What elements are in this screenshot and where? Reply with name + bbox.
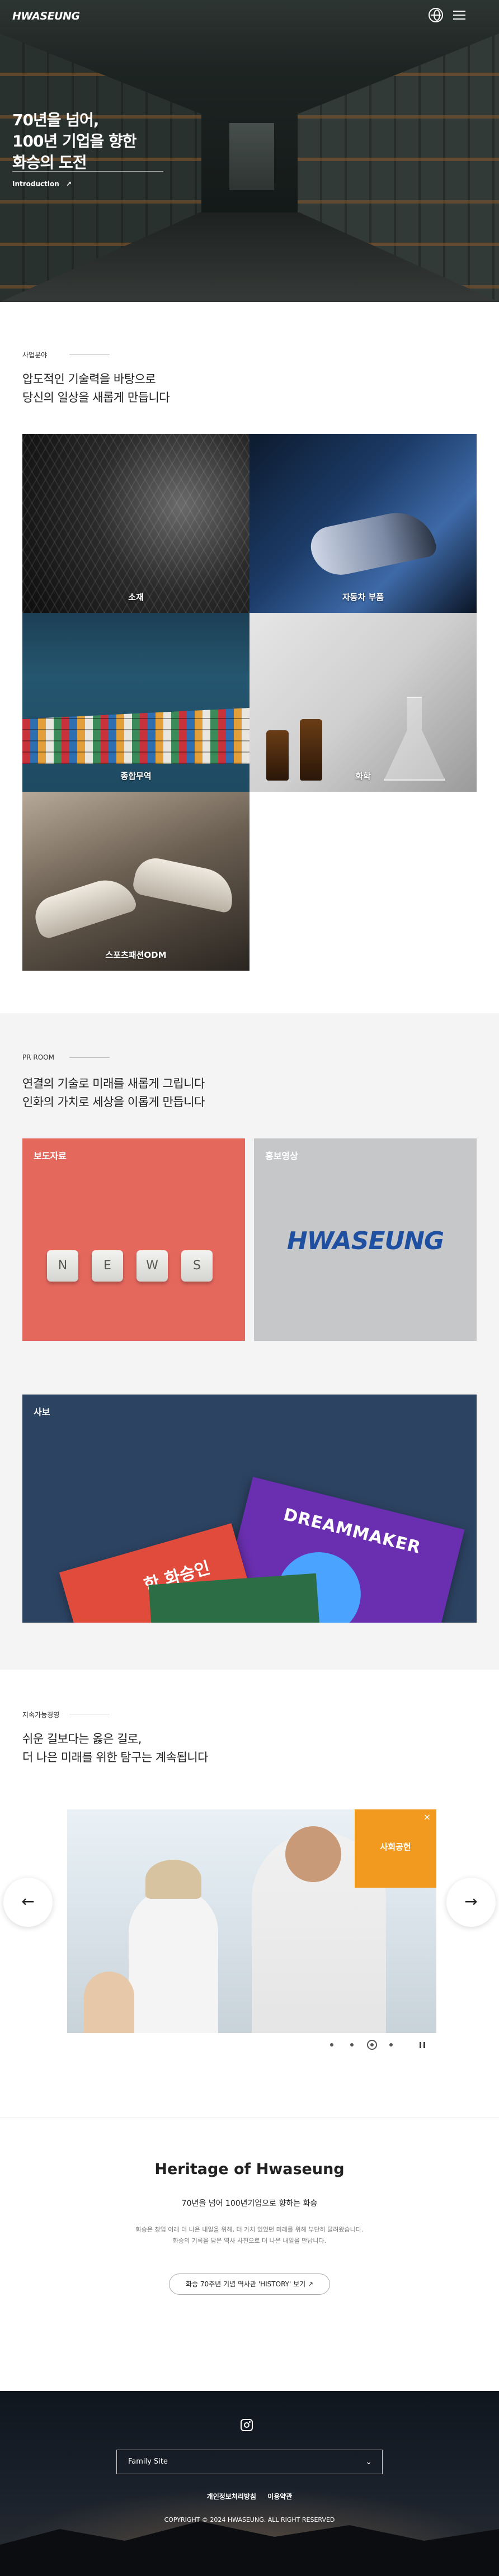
container-ship-image	[22, 708, 250, 764]
sneaker-image	[131, 854, 238, 914]
heritage-section	[0, 2117, 499, 2391]
section-title-line: 당신의 일상을 새롭게 만듭니다	[22, 391, 170, 404]
heritage-description-line: 화승은 창업 이래 더 나은 내일을 위해, 더 가치 있었던 미래를 위해 부…	[135, 2226, 364, 2233]
pr-card-press-release[interactable]: 보도자료 N E W S	[22, 1138, 245, 1341]
pr-card-label: 사보	[34, 1407, 50, 1417]
pr-card-label: 홍보영상	[265, 1151, 298, 1161]
heritage-description: 화승은 창업 이래 더 나은 내일을 위해, 더 가치 있었던 미래를 위해 부…	[0, 2224, 499, 2247]
pagination-dot[interactable]	[389, 2043, 393, 2046]
business-tile-auto-parts[interactable]: 자동차 부품	[250, 434, 477, 613]
business-tile-trading[interactable]: 종합무역	[22, 613, 250, 792]
pr-card-newsletter[interactable]: 사보 DREAMMAKER 한 화승인	[22, 1395, 477, 1623]
section-title-line: 쉬운 길보다는 옳은 길로,	[22, 1732, 142, 1746]
slide-category-badge[interactable]: × 사회공헌	[355, 1809, 436, 1888]
hamburger-menu-icon[interactable]	[452, 8, 467, 22]
section-title: 압도적인 기술력을 바탕으로 당신의 일상을 새롭게 만듭니다	[22, 370, 170, 407]
child-figure-image	[129, 1860, 218, 2033]
pr-card-promo-video[interactable]: 홍보영상 HWASEUNG	[254, 1138, 477, 1341]
headlight-image	[307, 505, 438, 580]
slide-category-label: 사회공헌	[380, 1842, 411, 1852]
section-title-line: 더 나은 미래를 위한 탐구는 계속됩니다	[22, 1751, 209, 1764]
business-tile-label: 스포츠패션ODM	[105, 950, 167, 960]
carousel-next-button[interactable]: →	[446, 1878, 496, 1927]
family-site-label: Family Site	[128, 2457, 168, 2466]
terms-link[interactable]: 이용약관	[267, 2493, 292, 2501]
business-tile-label: 화학	[355, 771, 371, 781]
magazine-title: DREAMMAKER	[281, 1505, 423, 1558]
heritage-subtitle: 70년을 넘어 100년기업으로 향하는 화승	[181, 2199, 318, 2208]
instagram-icon[interactable]	[241, 2419, 253, 2431]
brand-mark: HWASEUNG	[286, 1227, 444, 1255]
business-tile-sports-fashion[interactable]: 스포츠패션ODM	[22, 792, 250, 971]
carousel-slide[interactable]: × 사회공헌	[67, 1809, 436, 2033]
flask-image	[384, 697, 445, 781]
privacy-policy-link[interactable]: 개인정보처리방침	[207, 2493, 256, 2501]
pagination-dot[interactable]	[330, 2043, 333, 2046]
introduction-link-label: Introduction	[12, 180, 59, 188]
family-site-select[interactable]: Family Site ⌄	[116, 2450, 383, 2474]
child-figure-image	[84, 1972, 134, 2033]
hero-title: 70년을 넘어, 100년 기업을 향한 화승의 도전	[12, 110, 137, 173]
introduction-link[interactable]: Introduction ↗	[12, 180, 72, 188]
site-footer: Family Site ⌄ 개인정보처리방침 이용약관 COPYRIGHT © …	[0, 2391, 499, 2576]
history-museum-button[interactable]: 화승 70주년 기념 역사관 'HISTORY' 보기 ↗	[169, 2274, 330, 2295]
section-title: 연결의 기술로 미래를 새롭게 그립니다 인화의 가치로 세상을 이롭게 만듭니…	[22, 1075, 205, 1112]
carousel-prev-button[interactable]: ←	[3, 1878, 53, 1927]
globe-icon[interactable]	[429, 8, 443, 22]
business-tile-label: 자동차 부품	[342, 592, 384, 602]
copyright: COPYRIGHT © 2024 HWASEUNG. ALL RIGHT RES…	[164, 2516, 335, 2523]
section-label: 지속가능경영	[22, 1711, 110, 1719]
heritage-title: Heritage of Hwaseung	[154, 2161, 345, 2178]
section-title: 쉬운 길보다는 옳은 길로, 더 나은 미래를 위한 탐구는 계속됩니다	[22, 1730, 209, 1767]
section-label: PR ROOM	[22, 1053, 110, 1061]
keyboard-key: N	[47, 1250, 78, 1282]
section-title-line: 압도적인 기술력을 바탕으로	[22, 372, 156, 386]
arrow-up-right-icon: ↗	[65, 180, 72, 188]
business-tile-label: 종합무역	[120, 771, 152, 781]
brand-logo[interactable]: HWASEUNG	[12, 10, 80, 22]
pr-card-label: 보도자료	[34, 1151, 67, 1161]
pagination-dot[interactable]	[350, 2043, 354, 2046]
carousel-pagination	[324, 2040, 436, 2051]
business-tile-material[interactable]: 소재	[22, 434, 250, 613]
business-tile-label: 소재	[128, 592, 144, 602]
hero-title-line: 70년을 넘어,	[12, 111, 99, 129]
hero-title-line: 100년 기업을 향한	[12, 132, 137, 150]
hero-banner: HWASEUNG 70년을 넘어, 100년 기업을 향한 화승의 도전 Int…	[0, 0, 499, 302]
business-tile-chemical[interactable]: 화학	[250, 613, 477, 792]
pause-icon[interactable]	[420, 2042, 425, 2048]
keyboard-key: S	[181, 1250, 213, 1282]
heritage-description-line: 화승의 기록을 담은 역사 사진으로 더 나은 내일을 만납니다.	[172, 2237, 327, 2244]
footer-links: 개인정보처리방침 이용약관	[0, 2492, 499, 2501]
sneaker-image	[30, 872, 138, 941]
section-title-line: 인화의 가치로 세상을 이롭게 만듭니다	[22, 1095, 205, 1109]
hero-divider	[12, 171, 163, 172]
section-title-line: 연결의 기술로 미래를 새롭게 그립니다	[22, 1077, 205, 1090]
section-label: 사업분야	[22, 351, 110, 359]
keyboard-key: W	[136, 1250, 168, 1282]
hero-title-line: 화승의 도전	[12, 153, 87, 172]
close-icon[interactable]: ×	[423, 1812, 431, 1822]
pagination-dot-active[interactable]	[367, 2040, 377, 2050]
keyboard-key: E	[92, 1250, 123, 1282]
chevron-down-icon: ⌄	[365, 2457, 372, 2466]
